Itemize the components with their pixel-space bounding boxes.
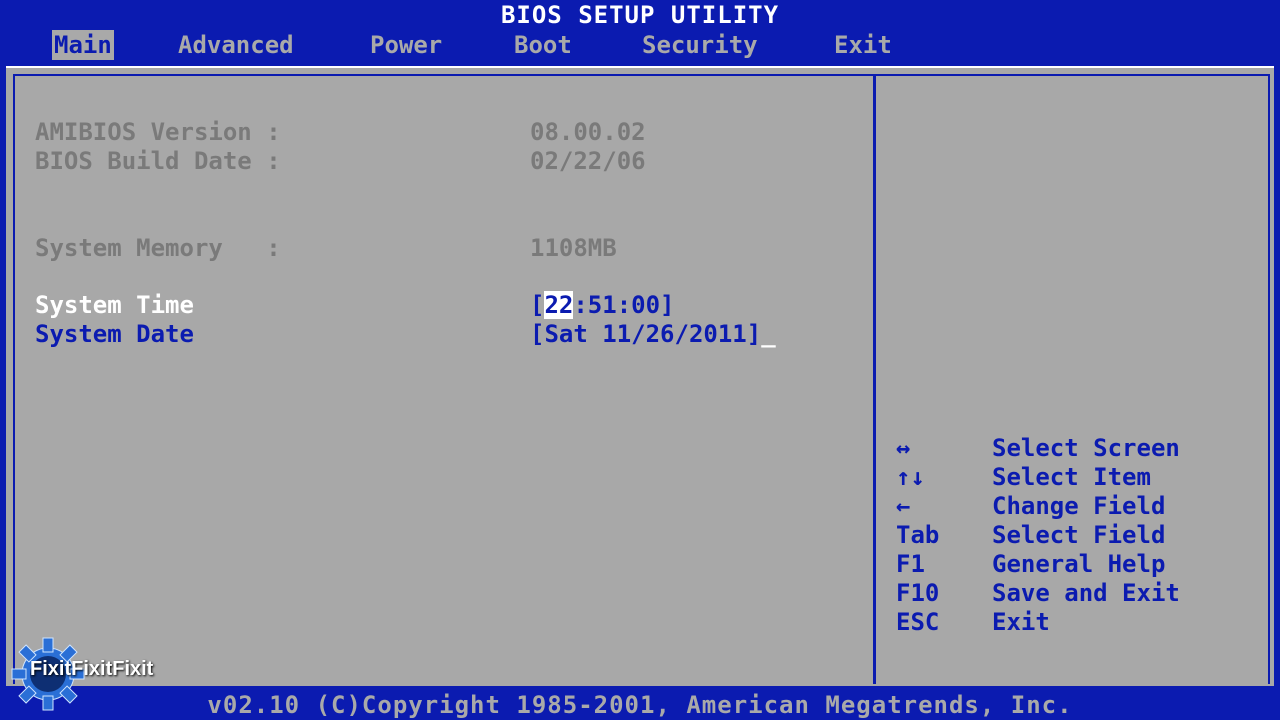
tab-power[interactable]: Power (370, 30, 442, 60)
system-date-label[interactable]: System Date (35, 320, 194, 349)
help-desc-change-field: Change Field (992, 492, 1166, 520)
bios-build-date-value: 02/22/06 (530, 147, 646, 175)
tab-security[interactable]: Security (642, 30, 758, 60)
main-panel: AMIBIOS Version : 08.00.02 BIOS Build Da… (13, 74, 875, 684)
bios-build-date-label: BIOS Build Date : (35, 147, 281, 175)
system-memory-label: System Memory : (35, 234, 281, 262)
text-caret: _ (761, 320, 776, 348)
system-time-hour-cursor[interactable]: 22 (544, 291, 574, 319)
setup-frame: AMIBIOS Version : 08.00.02 BIOS Build Da… (6, 66, 1274, 686)
amibios-version-value: 08.00.02 (530, 118, 646, 146)
help-key-tab: Tab (896, 521, 940, 549)
help-key-arrows-lr: ↔ (896, 434, 911, 462)
help-key-enter: ← (896, 492, 911, 520)
amibios-version-label: AMIBIOS Version : (35, 118, 281, 146)
system-time-field[interactable]: [22:51:00] (530, 291, 675, 320)
copyright-footer: v02.10 (C)Copyright 1985-2001, American … (0, 690, 1280, 720)
help-key-arrows-ud: ↑↓ (896, 463, 925, 491)
help-key-f10: F10 (896, 579, 940, 607)
system-time-open-bracket: [ (530, 291, 545, 319)
help-desc-save-exit: Save and Exit (992, 579, 1180, 607)
watermark-logo-text: FixitFixitFixit (30, 658, 154, 680)
system-time-rest: :51:00] (573, 291, 675, 319)
system-date-field[interactable]: [Sat 11/26/2011]_ (530, 320, 776, 349)
help-desc-select-field: Select Field (992, 521, 1166, 549)
help-key-f1: F1 (896, 550, 925, 578)
help-key-esc: ESC (896, 608, 940, 636)
system-memory-value: 1108MB (530, 234, 617, 262)
help-panel: ↔ Select Screen ↑↓ Select Item ← Change … (874, 74, 1270, 684)
help-desc-select-item: Select Item (992, 463, 1151, 491)
tab-boot[interactable]: Boot (514, 30, 572, 60)
help-desc-exit: Exit (992, 608, 1050, 636)
tab-exit[interactable]: Exit (834, 30, 892, 60)
system-time-label[interactable]: System Time (35, 291, 194, 320)
help-desc-select-screen: Select Screen (992, 434, 1180, 462)
tab-advanced[interactable]: Advanced (178, 30, 294, 60)
system-date-value: [Sat 11/26/2011] (530, 320, 762, 348)
menu-bar: Main Advanced Power Boot Security Exit (0, 30, 1280, 62)
tab-main[interactable]: Main (52, 30, 114, 60)
app-title: BIOS SETUP UTILITY (0, 0, 1280, 30)
help-desc-general-help: General Help (992, 550, 1166, 578)
